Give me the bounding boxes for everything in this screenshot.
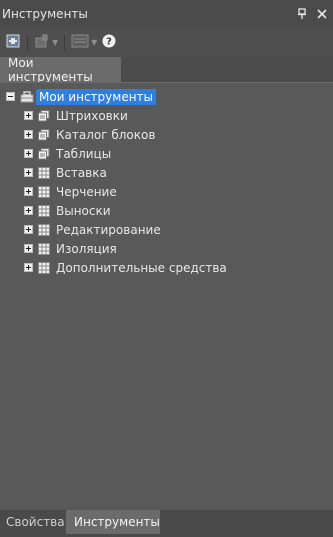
expand-icon[interactable] xyxy=(24,225,33,234)
tree-item-label: Черчение xyxy=(56,184,117,199)
help-icon: ? xyxy=(101,33,117,52)
svg-text:?: ? xyxy=(106,37,112,48)
titlebar-controls xyxy=(295,7,333,21)
tab-label: Инструменты xyxy=(74,515,160,529)
tree-item-label: Изоляция xyxy=(56,241,117,256)
chevron-down-icon: ▼ xyxy=(91,38,98,47)
chevron-down-icon: ▼ xyxy=(52,38,59,47)
tool-properties-icon xyxy=(34,33,50,52)
tree-item-label: Дополнительные средства xyxy=(56,260,227,275)
expand-icon[interactable] xyxy=(24,111,33,120)
tab-tools[interactable]: Инструменты xyxy=(66,510,160,534)
panel-titlebar: Инструменты xyxy=(0,0,333,28)
tree-item[interactable]: Вставка xyxy=(6,163,227,182)
tree-root-label: Мои инструменты xyxy=(36,88,157,105)
expand-icon[interactable] xyxy=(24,263,33,272)
expand-icon[interactable] xyxy=(24,168,33,177)
tab-properties[interactable]: Свойства xyxy=(0,510,66,534)
panel-title: Инструменты xyxy=(2,7,88,21)
palette-icon xyxy=(5,33,21,52)
palette-icon xyxy=(38,147,50,160)
tree-item[interactable]: Черчение xyxy=(6,182,227,201)
expand-icon[interactable] xyxy=(24,130,33,139)
tab-label: Свойства xyxy=(6,515,65,529)
tree-root[interactable]: Мои инструменты xyxy=(6,87,227,106)
tree-item[interactable]: Дополнительные средства xyxy=(6,258,227,277)
tool-palette-tree-area: Мои инструменты Штриховки Каталог блоков… xyxy=(0,82,333,510)
expand-icon[interactable] xyxy=(24,244,33,253)
grid-icon xyxy=(38,204,50,217)
palette-tabstrip: Мои инструменты xyxy=(0,55,333,84)
tab-my-tools[interactable]: Мои инструменты xyxy=(0,55,121,84)
tree-item-label: Выноски xyxy=(56,203,111,218)
tree-item[interactable]: Редактирование xyxy=(6,220,227,239)
help-button[interactable]: ? xyxy=(101,33,117,53)
view-options-dropdown[interactable]: ▼ xyxy=(71,33,97,53)
toolbar-separator xyxy=(64,34,66,51)
toolbar-separator xyxy=(27,34,28,51)
toolbox-icon xyxy=(20,90,34,103)
palette-icon xyxy=(38,109,50,122)
tree-item-label: Каталог блоков xyxy=(56,127,156,142)
tree-item[interactable]: Штриховки xyxy=(6,106,227,125)
palette-icon xyxy=(38,128,50,141)
tree-item-label: Редактирование xyxy=(56,222,161,237)
pin-icon[interactable] xyxy=(295,7,309,21)
view-options-icon xyxy=(71,33,89,52)
tree-item[interactable]: Выноски xyxy=(6,201,227,220)
tool-properties-dropdown[interactable]: ▼ xyxy=(34,33,58,53)
collapse-icon[interactable] xyxy=(6,92,15,101)
palette-tree: Мои инструменты Штриховки Каталог блоков… xyxy=(6,87,227,277)
grid-icon xyxy=(38,242,50,255)
grid-icon xyxy=(38,223,50,236)
tree-item[interactable]: Изоляция xyxy=(6,239,227,258)
tree-item[interactable]: Таблицы xyxy=(6,144,227,163)
grid-icon xyxy=(38,185,50,198)
close-icon[interactable] xyxy=(315,7,329,21)
expand-icon[interactable] xyxy=(24,206,33,215)
new-palette-button[interactable] xyxy=(5,33,21,53)
tree-item-label: Вставка xyxy=(56,165,107,180)
expand-icon[interactable] xyxy=(24,149,33,158)
tree-item-label: Штриховки xyxy=(56,108,128,123)
expand-icon[interactable] xyxy=(24,187,33,196)
bottom-tabstrip: Свойства Инструменты xyxy=(0,510,333,537)
tool-palette-toolbar: ▼ ▼ ? xyxy=(0,28,333,57)
tree-item[interactable]: Каталог блоков xyxy=(6,125,227,144)
grid-icon xyxy=(38,166,50,179)
grid-icon xyxy=(38,261,50,274)
tree-item-label: Таблицы xyxy=(56,146,112,161)
tab-label: Мои инструменты xyxy=(8,55,93,84)
